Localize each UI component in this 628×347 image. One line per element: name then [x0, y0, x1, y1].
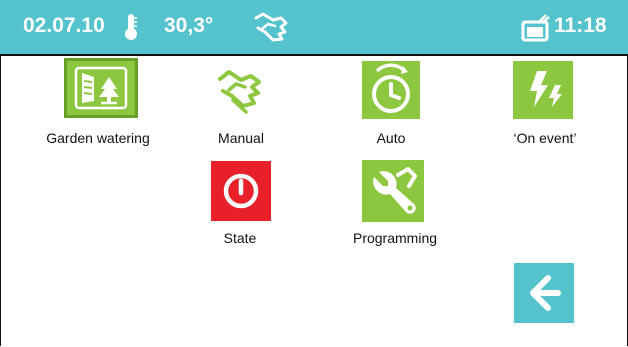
tile-label: Manual [218, 130, 264, 146]
lightning-icon [530, 71, 562, 107]
tile-manual[interactable]: Manual [196, 54, 286, 150]
garden-watering-button[interactable] [64, 58, 138, 118]
temperature-display: 30,3° [164, 14, 214, 37]
tile-label: State [223, 230, 257, 246]
tile-label: Programming [352, 230, 438, 246]
wrench-icon [373, 167, 417, 214]
programming-button[interactable] [362, 160, 424, 222]
message-icon[interactable] [521, 13, 551, 43]
on-event-button[interactable] [513, 61, 573, 119]
status-bar: 02.07.10 30,3° 11:18 [0, 0, 628, 56]
date-display: 02.07.10 [23, 14, 105, 37]
tile-auto[interactable]: Auto [351, 54, 431, 150]
tile-state[interactable]: State [200, 156, 280, 252]
tile-label: ‘On event’ [513, 130, 577, 146]
alarm-clock-icon [372, 63, 410, 113]
hand-icon [218, 70, 261, 114]
hand-icon [254, 12, 288, 42]
thermometer-icon [125, 14, 137, 40]
tile-garden-watering[interactable]: Garden watering [38, 54, 158, 150]
tile-label: Garden watering [46, 130, 150, 146]
back-arrow-icon [530, 275, 561, 311]
garden-watering-icon [74, 66, 128, 110]
state-button[interactable] [211, 161, 271, 221]
time-display: 11:18 [554, 14, 607, 37]
tile-on-event[interactable]: ‘On event’ [500, 54, 590, 150]
power-icon [223, 173, 259, 209]
back-button[interactable] [514, 263, 574, 323]
tile-programming[interactable]: Programming [340, 156, 450, 252]
auto-button[interactable] [362, 61, 420, 119]
manual-button[interactable] [213, 62, 269, 118]
tile-label: Auto [376, 130, 406, 146]
